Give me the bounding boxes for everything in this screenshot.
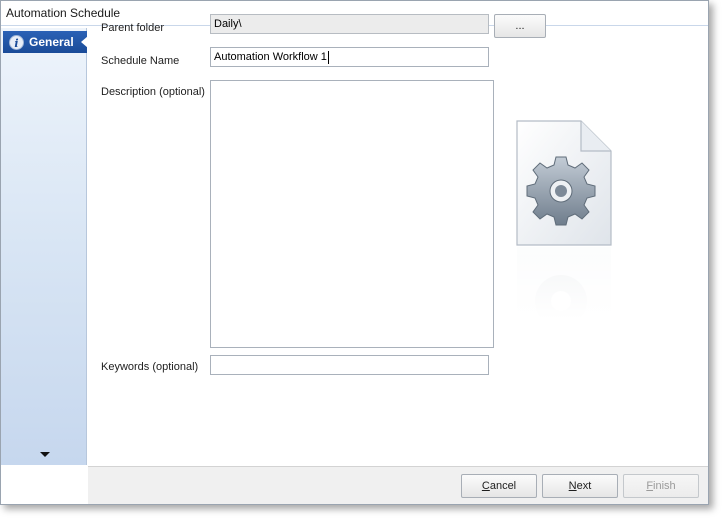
- info-icon: i: [9, 34, 24, 50]
- window-title: Automation Schedule: [6, 6, 121, 20]
- schedule-name-label: Schedule Name: [101, 55, 180, 67]
- finish-button[interactable]: Finish: [623, 474, 699, 498]
- keywords-input[interactable]: [210, 355, 489, 375]
- description-label: Description (optional): [101, 86, 205, 98]
- cancel-button[interactable]: Cancel: [461, 474, 537, 498]
- next-button[interactable]: Next: [542, 474, 618, 498]
- finish-mnemonic: F: [646, 480, 654, 492]
- cancel-mnemonic: C: [481, 480, 490, 492]
- schedule-name-value: Automation Workflow 1: [214, 51, 327, 63]
- keywords-label: Keywords (optional): [101, 361, 199, 373]
- document-gear-icon: [515, 120, 615, 319]
- parent-folder-value: Daily\: [214, 18, 242, 30]
- next-label-rest: ext: [576, 480, 592, 492]
- cancel-label-rest: ancel: [489, 480, 517, 492]
- browse-folder-button[interactable]: ...: [494, 14, 546, 38]
- parent-folder-label: Parent folder: [101, 22, 164, 34]
- parent-folder-field: Daily\: [210, 14, 489, 34]
- schedule-name-input[interactable]: Automation Workflow 1: [210, 47, 489, 67]
- dialog-footer: Cancel Next Finish: [88, 466, 708, 504]
- description-textarea[interactable]: [210, 80, 494, 348]
- automation-schedule-dialog: Automation Schedule i General Parent fol…: [0, 0, 709, 505]
- sidebar: i General: [1, 28, 88, 465]
- next-mnemonic: N: [568, 480, 577, 492]
- sidebar-item-general[interactable]: i General: [3, 31, 88, 53]
- finish-label-rest: inish: [653, 480, 676, 492]
- sidebar-item-label: General: [29, 35, 74, 49]
- text-caret: [327, 50, 329, 64]
- browse-folder-label: ...: [515, 20, 525, 32]
- chevron-down-icon[interactable]: [40, 452, 50, 457]
